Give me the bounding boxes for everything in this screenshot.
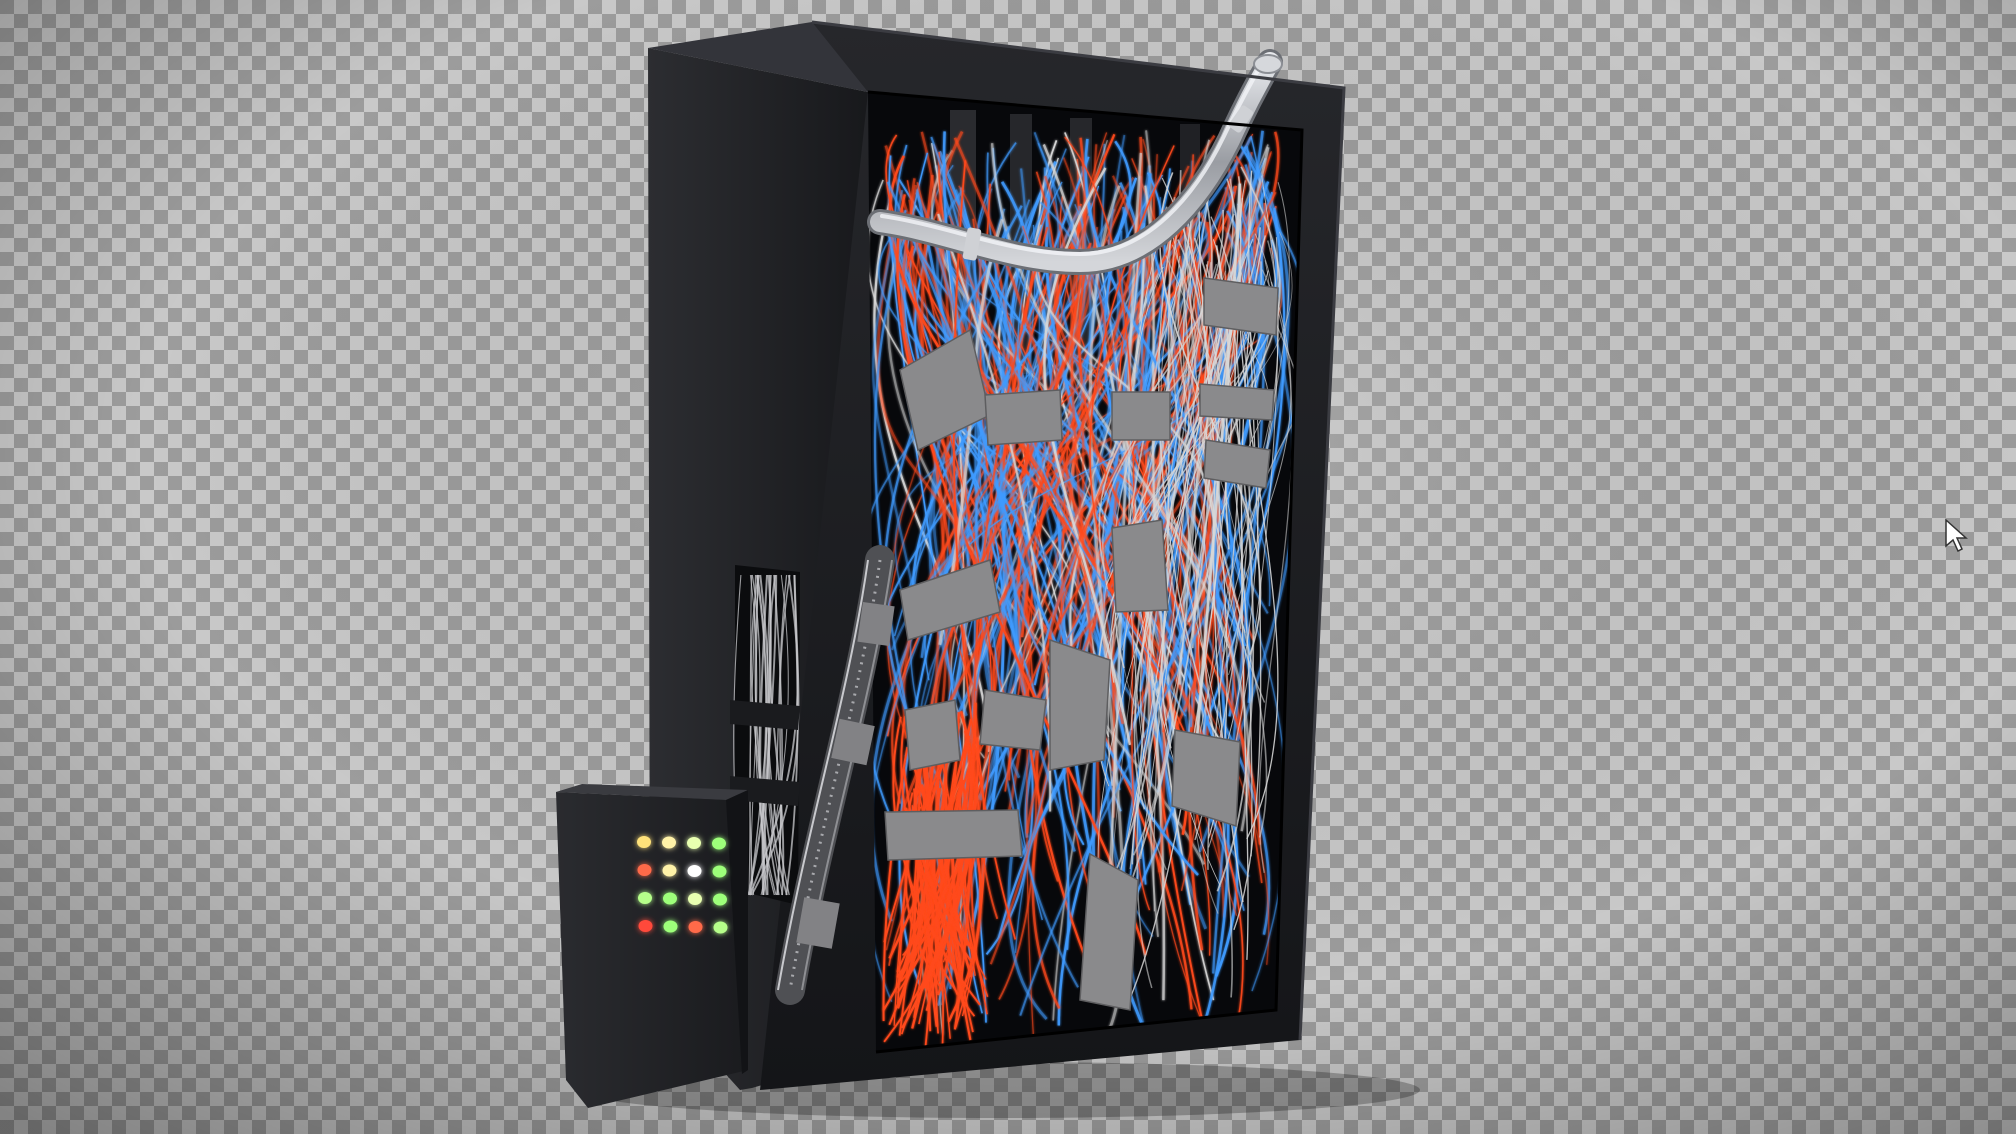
indicator-led [663, 892, 677, 905]
scene-svg [0, 0, 2016, 1134]
control-box[interactable] [556, 784, 748, 1108]
indicator-led [663, 920, 678, 933]
indicator-led [713, 893, 727, 906]
indicator-led [638, 892, 652, 904]
indicator-led [637, 864, 652, 876]
indicator-led [712, 865, 727, 878]
server-cabinet[interactable] [648, 20, 1346, 1090]
indicator-led [662, 836, 676, 849]
indicator-led [713, 921, 728, 934]
indicator-led [712, 837, 726, 850]
indicator-led [637, 836, 651, 848]
indicator-led [687, 837, 701, 849]
indicator-led [688, 893, 702, 905]
indicator-led [687, 865, 702, 877]
viewport-3d[interactable] [0, 0, 2016, 1134]
indicator-led [638, 920, 653, 932]
indicator-led [688, 921, 703, 933]
indicator-led [662, 864, 677, 877]
